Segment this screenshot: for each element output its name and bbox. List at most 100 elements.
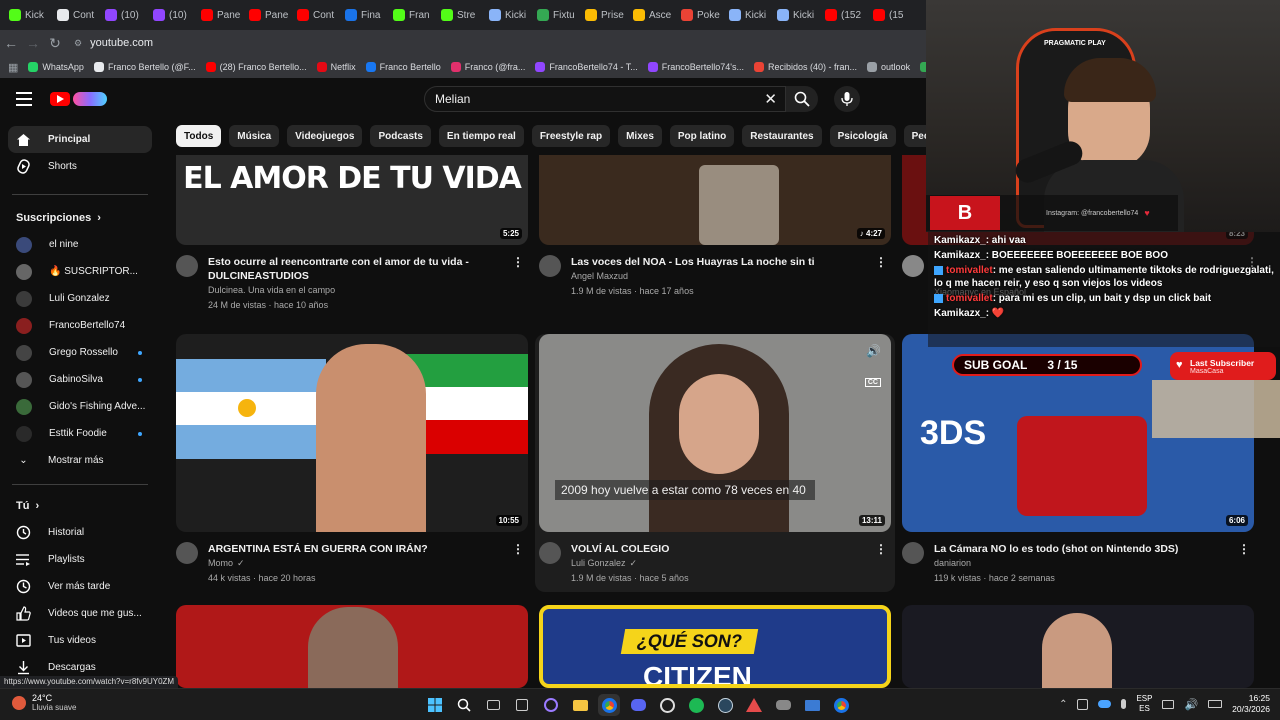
video-title[interactable]: La Cámara NO lo es todo (shot on Nintend… (934, 542, 1224, 556)
video-thumbnail[interactable]: 10:55 (176, 334, 528, 532)
filter-chip[interactable]: Pop latino (669, 125, 735, 147)
bookmark-item[interactable]: FrancoBertello74's... (647, 62, 744, 72)
channel-avatar[interactable] (902, 255, 924, 277)
search-input[interactable]: Melian ✕ (424, 86, 786, 112)
sidebar-subscription[interactable]: 🔥 SUSCRIPTOR... (0, 258, 160, 285)
clock[interactable]: 16:25 20/3/2026 (1232, 693, 1270, 715)
bookmark-item[interactable]: (28) Franco Bertello... (205, 62, 307, 72)
filter-chip[interactable]: Videojuegos (287, 125, 363, 147)
browser-tab[interactable]: Cont (52, 3, 98, 27)
widgets-icon[interactable] (511, 694, 533, 716)
browser-tab[interactable]: Kicki (724, 3, 770, 27)
search-icon[interactable] (453, 694, 475, 716)
filter-chip[interactable]: Mixes (618, 125, 662, 147)
filter-chip[interactable]: Psicología (829, 125, 896, 147)
sidebar-subscription[interactable]: Grego Rossello (0, 339, 160, 366)
video-card[interactable]: ♪ 4:27 Las voces del NOA - Los Huayras La… (539, 155, 891, 299)
channel-name[interactable]: daniarion (934, 556, 1224, 571)
app-icon-purple[interactable] (540, 694, 562, 716)
video-card[interactable]: EL AMOR DE TU VIDA 5:25 Esto ocurre al ree… (176, 155, 528, 313)
video-thumbnail[interactable] (176, 605, 528, 688)
video-card[interactable]: 10:55 ARGENTINA ESTÁ EN GUERRA CON IRÁN? M… (176, 334, 528, 586)
filter-chip[interactable]: Música (229, 125, 280, 147)
browser-tab[interactable]: Cont (292, 3, 338, 27)
more-options-icon[interactable]: ⋮ (875, 255, 887, 269)
sidebar-subscription[interactable]: Luli Gonzalez (0, 285, 160, 312)
tray-app-icon[interactable] (1077, 698, 1089, 710)
bookmark-item[interactable]: Franco Bertello (365, 62, 441, 72)
network-icon[interactable] (1162, 699, 1175, 709)
browser-tab[interactable]: (15 (868, 3, 914, 27)
video-thumbnail[interactable]: EL AMOR DE TU VIDA 5:25 (176, 155, 528, 245)
chrome-icon[interactable] (830, 694, 852, 716)
sidebar-subscription[interactable]: el nine (0, 231, 160, 258)
video-thumbnail[interactable]: ¿QUÉ SON? CITIZEN (539, 605, 891, 688)
forward-icon[interactable]: → (22, 35, 44, 51)
file-explorer-icon[interactable] (569, 694, 591, 716)
filter-chip[interactable]: Restaurantes (742, 125, 822, 147)
browser-tab[interactable]: Kick (4, 3, 50, 27)
channel-name[interactable]: Dulcinea. Una vida en el campo (208, 283, 498, 298)
bookmark-item[interactable]: Recibidos (40) - fran... (754, 62, 857, 72)
bookmark-item[interactable]: Franco (@fra... (450, 62, 525, 72)
browser-tab[interactable]: Kicki (484, 3, 530, 27)
volume-icon[interactable]: 🔊 (1184, 698, 1198, 711)
browser-tab[interactable]: Fixtu (532, 3, 578, 27)
filter-chip[interactable]: En tiempo real (438, 125, 524, 147)
chrome-icon[interactable] (598, 694, 620, 716)
filter-chip[interactable]: Todos (176, 125, 222, 147)
windows-start-icon[interactable] (424, 694, 446, 716)
sidebar-subscription[interactable]: FrancoBertello74 (0, 312, 160, 339)
app-icon-triangle[interactable] (743, 694, 765, 716)
onedrive-icon[interactable] (1098, 700, 1112, 708)
voice-search-button[interactable] (834, 86, 860, 112)
browser-tab[interactable]: Asce (628, 3, 674, 27)
channel-avatar[interactable] (539, 255, 561, 277)
youtube-logo[interactable] (50, 90, 110, 108)
spotify-icon[interactable] (685, 694, 707, 716)
channel-avatar[interactable] (176, 255, 198, 277)
sidebar-subscription[interactable]: GabinoSilva (0, 366, 160, 393)
browser-tab[interactable]: (152 (820, 3, 866, 27)
browser-tab[interactable]: Fina (340, 3, 386, 27)
sidebar-item-video[interactable]: Tus videos (0, 627, 160, 654)
video-title[interactable]: ARGENTINA ESTÁ EN GUERRA CON IRÁN? (208, 542, 498, 556)
sidebar-item-clock[interactable]: Ver más tarde (0, 573, 160, 600)
filter-chip[interactable]: Podcasts (370, 125, 431, 147)
subscriptions-heading[interactable]: Suscripciones › (0, 205, 160, 231)
search-button[interactable] (786, 86, 818, 112)
sidebar-item-shorts[interactable]: Shorts (0, 153, 160, 180)
more-options-icon[interactable]: ⋮ (1238, 542, 1250, 556)
channel-avatar[interactable] (176, 542, 198, 564)
sidebar-subscription[interactable]: Esttik Foodie (0, 420, 160, 447)
bookmark-item[interactable]: Netflix (316, 62, 356, 72)
video-title[interactable]: Esto ocurre al reencontrarte con el amor… (208, 255, 498, 269)
video-thumbnail[interactable]: ♪ 4:27 (539, 155, 891, 245)
battery-icon[interactable] (1208, 700, 1223, 708)
chevron-up-icon[interactable]: ⌃ (1059, 699, 1067, 710)
captions-icon[interactable]: CC (864, 378, 881, 387)
sidebar-item-thumbs-up[interactable]: Videos que me gus... (0, 600, 160, 627)
video-title[interactable]: VOLVÍ AL COLEGIO (571, 542, 861, 556)
browser-tab[interactable]: Stre (436, 3, 482, 27)
clear-search-icon[interactable]: ✕ (764, 90, 777, 108)
more-options-icon[interactable]: ⋮ (875, 542, 887, 556)
video-title[interactable]: DULCINEASTUDIOS (208, 269, 498, 283)
language-indicator[interactable]: ESP ES (1136, 694, 1152, 714)
browser-tab[interactable]: Kicki (772, 3, 818, 27)
channel-name[interactable]: Angel Maxzud (571, 269, 861, 284)
sidebar-item-playlists[interactable]: Playlists (0, 546, 160, 573)
video-thumbnail[interactable] (902, 605, 1254, 688)
video-title[interactable]: Las voces del NOA - Los Huayras La noche… (571, 255, 861, 269)
video-thumbnail[interactable]: 🔊 CC 2009 hoy vuelve a estar como 78 veces… (539, 334, 891, 532)
steam-icon[interactable] (714, 694, 736, 716)
browser-tab[interactable]: (10) (100, 3, 146, 27)
browser-tab[interactable]: Prise (580, 3, 626, 27)
bookmark-item[interactable]: WhatsApp (28, 62, 84, 72)
apps-icon[interactable]: ▦ (8, 61, 18, 74)
more-options-icon[interactable]: ⋮ (512, 255, 524, 269)
app-icon-gamepad[interactable] (772, 694, 794, 716)
filter-chip[interactable]: Freestyle rap (531, 125, 611, 147)
channel-avatar[interactable] (539, 542, 561, 564)
discord-icon[interactable] (627, 694, 649, 716)
